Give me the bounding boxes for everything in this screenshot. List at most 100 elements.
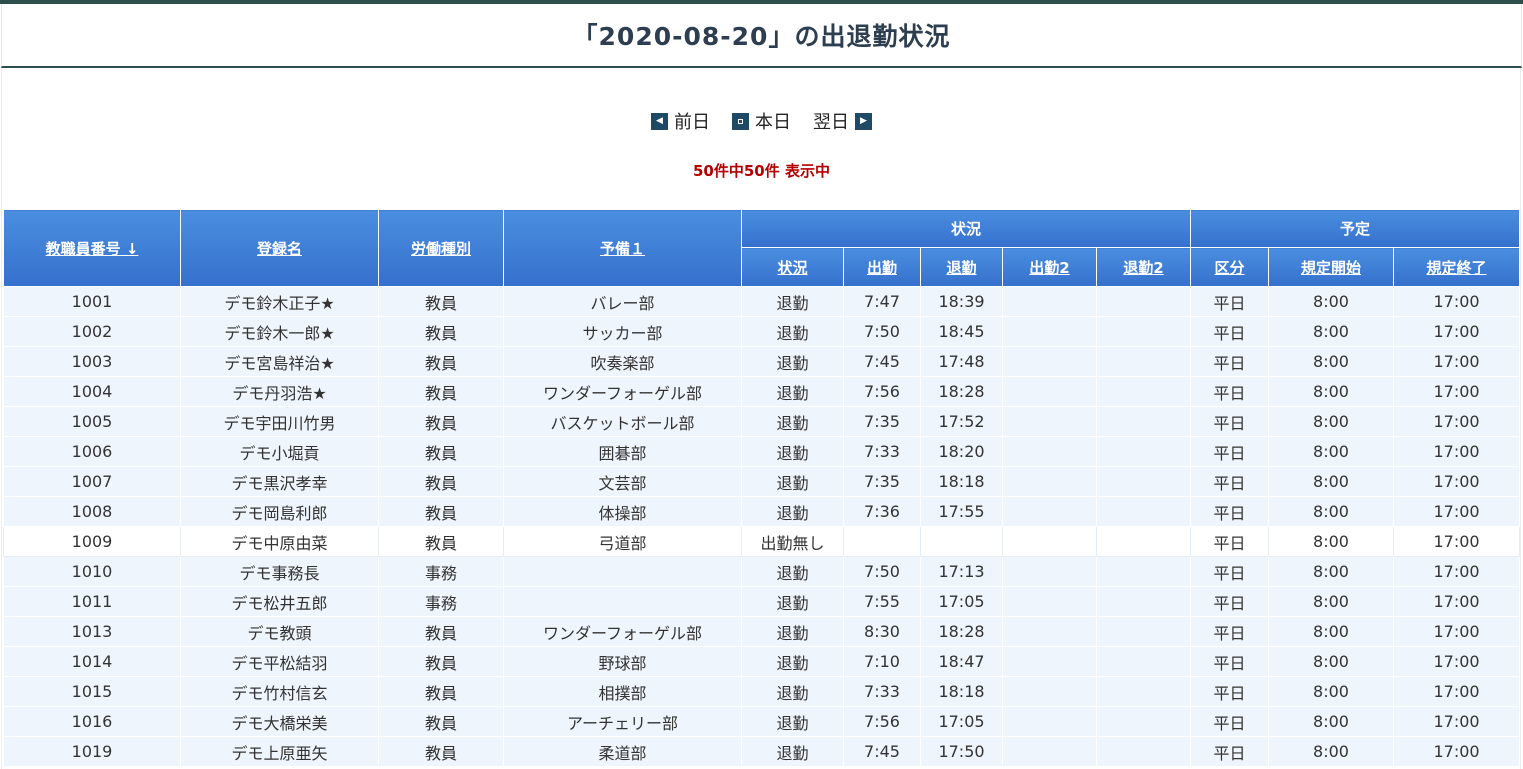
in2-cell [1002,346,1097,377]
in2-cell [1002,676,1097,707]
plan-end-cell: 17:00 [1392,286,1521,317]
in2-cell [1002,616,1097,647]
out2-cell [1096,556,1191,587]
sort-spare1-link[interactable]: 予備１ [600,240,645,258]
spare1-cell: 弓道部 [503,526,742,557]
prev-day-link[interactable]: ◀ 前日 [651,108,710,134]
labor-type-cell: 教員 [378,616,504,647]
in1-cell: 7:56 [843,376,921,407]
category-cell: 平日 [1190,616,1269,647]
col-header-plan-start: 規定開始 [1268,247,1394,287]
plan-end-cell: 17:00 [1392,586,1521,617]
col-header-name: 登録名 [180,209,379,287]
in2-cell [1002,316,1097,347]
out1-cell: 17:05 [920,586,1003,617]
next-day-link[interactable]: 翌日 ▶ [813,108,872,134]
labor-type-cell: 教員 [378,406,504,437]
table-row: 1010 デモ事務長 事務 退勤 7:50 17:13 平日 8:00 17:00 [3,556,1521,587]
prev-day-label: 前日 [674,112,710,133]
labor-type-cell: 教員 [378,676,504,707]
status-cell: 退勤 [741,556,844,587]
table-row: 1004 デモ丹羽浩★ 教員 ワンダーフォーゲル部 退勤 7:56 18:28 平日 8:00 1… [3,376,1521,407]
name-cell: デモ鈴木一郎★ [180,316,379,347]
category-cell: 平日 [1190,436,1269,467]
plan-start-cell: 8:00 [1268,526,1394,557]
in2-cell [1002,736,1097,767]
id-cell: 1010 [3,556,181,587]
status-cell: 退勤 [741,736,844,767]
col-header-spare1: 予備１ [503,209,742,287]
table-row: 1006 デモ小堀貢 教員 囲碁部 退勤 7:33 18:20 平日 8:00 17:00 [3,436,1521,467]
status-cell: 出勤無し [741,526,844,557]
plan-start-cell: 8:00 [1268,286,1394,317]
category-cell: 平日 [1190,556,1269,587]
attendance-table: 教職員番号 ↓ 登録名 労働種別 予備１ 状況 予定 状況 出勤 退勤 出勤2 … [3,209,1521,767]
plan-end-cell: 17:00 [1392,466,1521,497]
category-cell: 平日 [1190,286,1269,317]
category-cell: 平日 [1190,466,1269,497]
spare1-cell: 柔道部 [503,736,742,767]
id-cell: 1008 [3,496,181,527]
id-cell: 1001 [3,286,181,317]
in2-cell [1002,556,1097,587]
col-header-in2: 出勤2 [1002,247,1097,287]
out1-cell: 17:50 [920,736,1003,767]
name-cell: デモ小堀貢 [180,436,379,467]
status-cell: 退勤 [741,676,844,707]
next-day-label: 翌日 [813,112,849,133]
sort-plan-start-link[interactable]: 規定開始 [1301,259,1361,277]
plan-end-cell: 17:00 [1392,736,1521,767]
spare1-cell [503,556,742,587]
status-cell: 退勤 [741,376,844,407]
in1-cell: 7:50 [843,316,921,347]
plan-start-cell: 8:00 [1268,316,1394,347]
table-row: 1001 デモ鈴木正子★ 教員 バレー部 退勤 7:47 18:39 平日 8:00 17:00 [3,286,1521,317]
sort-in2-link[interactable]: 出勤2 [1029,259,1069,277]
table-row: 1008 デモ岡島利郎 教員 体操部 退勤 7:36 17:55 平日 8:00 17:00 [3,496,1521,527]
out2-cell [1096,346,1191,377]
sort-out1-link[interactable]: 退勤 [946,259,976,277]
table-row: 1015 デモ竹村信玄 教員 相撲部 退勤 7:33 18:18 平日 8:00 17:00 [3,676,1521,707]
plan-start-cell: 8:00 [1268,646,1394,677]
table-body: 1001 デモ鈴木正子★ 教員 バレー部 退勤 7:47 18:39 平日 8:00 17:00 1… [3,286,1521,767]
col-header-plan-end: 規定終了 [1392,247,1521,287]
name-cell: デモ中原由菜 [180,526,379,557]
out2-cell [1096,586,1191,617]
plan-start-cell: 8:00 [1268,346,1394,377]
spare1-cell: サッカー部 [503,316,742,347]
sort-labor-type-link[interactable]: 労働種別 [411,240,471,258]
spare1-cell: ワンダーフォーゲル部 [503,616,742,647]
col-header-status: 状況 [741,247,844,287]
sort-category-link[interactable]: 区分 [1214,259,1244,277]
status-cell: 退勤 [741,496,844,527]
in1-cell: 7:50 [843,556,921,587]
today-label: 本日 [755,112,791,133]
spare1-cell: 吹奏楽部 [503,346,742,377]
sort-name-link[interactable]: 登録名 [257,240,302,258]
category-cell: 平日 [1190,496,1269,527]
sort-status-link[interactable]: 状況 [777,259,807,277]
out2-cell [1096,436,1191,467]
sort-plan-end-link[interactable]: 規定終了 [1427,259,1487,277]
col-header-out1: 退勤 [920,247,1003,287]
table-row: 1019 デモ上原亜矢 教員 柔道部 退勤 7:45 17:50 平日 8:00 17:00 [3,736,1521,767]
table-row: 1016 デモ大橋栄美 教員 アーチェリー部 退勤 7:56 17:05 平日 8:00 17:0… [3,706,1521,737]
category-cell: 平日 [1190,316,1269,347]
today-link[interactable]: 本日 [732,108,791,134]
labor-type-cell: 事務 [378,556,504,587]
name-cell: デモ事務長 [180,556,379,587]
plan-end-cell: 17:00 [1392,646,1521,677]
sort-in1-link[interactable]: 出勤 [867,259,897,277]
status-cell: 退勤 [741,466,844,497]
in2-cell [1002,436,1097,467]
title-bar: 「2020-08-20」の出退勤状況 [1,4,1522,68]
plan-end-cell: 17:00 [1392,676,1521,707]
out2-cell [1096,736,1191,767]
id-cell: 1019 [3,736,181,767]
name-cell: デモ宇田川竹男 [180,406,379,437]
in1-cell: 7:35 [843,406,921,437]
plan-end-cell: 17:00 [1392,526,1521,557]
sort-id-link[interactable]: 教職員番号 ↓ [46,240,139,258]
sort-out2-link[interactable]: 退勤2 [1123,259,1163,277]
plan-end-cell: 17:00 [1392,616,1521,647]
